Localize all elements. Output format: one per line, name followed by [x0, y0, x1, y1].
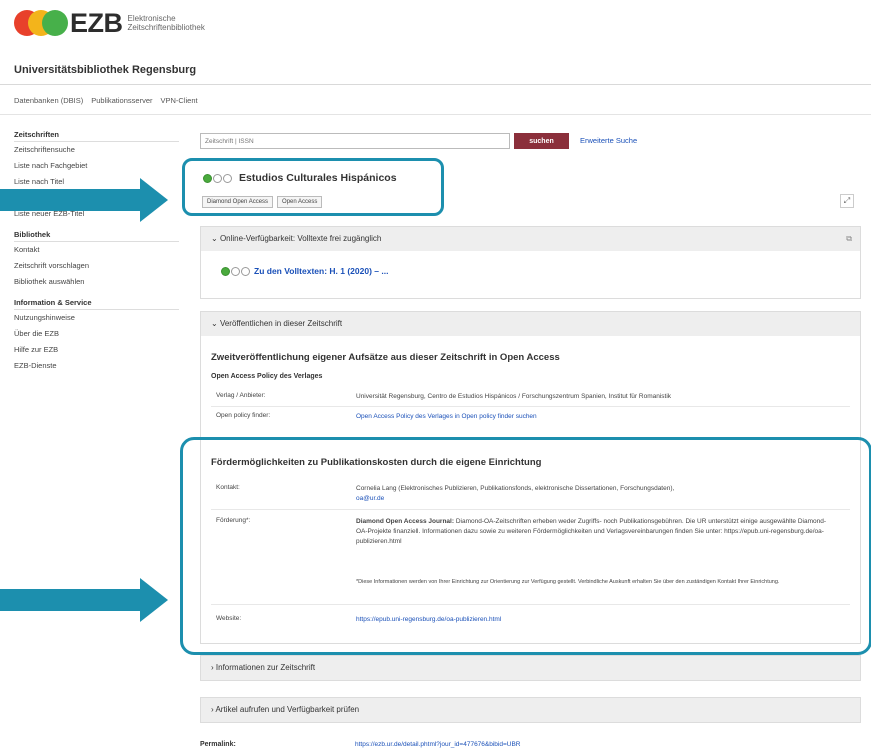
sidebar-item-nutzungshinweise[interactable]: Nutzungshinweise — [14, 310, 179, 326]
contact-value: Cornelia Lang (Elektronisches Publiziere… — [356, 485, 675, 502]
policy-finder-label: Open policy finder: — [216, 412, 271, 419]
contact-label: Kontakt: — [216, 484, 240, 491]
badge-diamond-oa: Diamond Open Access — [202, 196, 274, 208]
info-panel-header[interactable]: › Informationen zur Zeitschrift — [201, 656, 860, 680]
search-button[interactable]: suchen — [514, 133, 569, 149]
logo-subtitle: Elektronische Zeitschriftenbibliothek — [127, 14, 205, 32]
funding-heading: Fördermöglichkeiten zu Publikationskoste… — [211, 457, 542, 468]
policy-heading: Open Access Policy des Verlages — [211, 373, 323, 380]
topnav-dbis[interactable]: Datenbanken (DBIS) — [14, 96, 83, 105]
top-navigation: Datenbanken (DBIS) Publikationsserver VP… — [14, 96, 198, 105]
badge-open-access: Open Access — [277, 196, 323, 208]
search-input[interactable] — [200, 133, 510, 149]
traffic-light-icon — [221, 266, 250, 276]
divider — [0, 114, 871, 115]
chevron-down-icon: ⌄ — [211, 234, 218, 243]
articles-panel[interactable]: › Artikel aufrufen und Verfügbarkeit prü… — [200, 697, 861, 723]
website-label: Website: — [216, 615, 242, 622]
availability-panel: ⌄ Online-Verfügbarkeit: Volltexte frei z… — [200, 226, 861, 299]
articles-panel-header[interactable]: › Artikel aufrufen und Verfügbarkeit prü… — [201, 698, 860, 722]
website-link[interactable]: https://epub.uni-regensburg.de/oa-publiz… — [356, 615, 836, 625]
divider — [0, 84, 871, 85]
sidebar-heading-information: Information & Service — [14, 296, 179, 310]
secondary-publication-heading: Zweitveröffentlichung eigener Aufsätze a… — [211, 352, 560, 363]
divider — [211, 509, 850, 510]
topnav-publikationsserver[interactable]: Publikationsserver — [91, 96, 152, 105]
arrow-right-icon — [0, 178, 170, 222]
permalink-label: Permalink: — [200, 741, 236, 748]
sidebar-item-kontakt[interactable]: Kontakt — [14, 242, 179, 258]
journal-title: Estudios Culturales Hispánicos — [203, 172, 397, 184]
contact-email-link[interactable]: oa@ur.de — [356, 495, 384, 502]
logo-circles-icon — [14, 10, 68, 36]
logo-text: EZB — [70, 7, 123, 38]
access-badges: Diamond Open Access Open Access — [202, 196, 323, 208]
topnav-vpn-client[interactable]: VPN-Client — [160, 96, 197, 105]
publish-panel: ⌄ Veröffentlichen in dieser Zeitschrift … — [200, 311, 861, 644]
external-link-icon[interactable]: ⧉ — [846, 227, 852, 251]
funding-value: Diamond Open Access Journal: Diamond-OA-… — [356, 518, 827, 545]
sidebar-heading-bibliothek: Bibliothek — [14, 228, 179, 242]
funding-footnote: *Diese Informationen werden von Ihrer Ei… — [356, 579, 780, 585]
chevron-down-icon: ⌄ — [211, 319, 218, 328]
fulltext-link[interactable]: Zu den Volltexten: H. 1 (2020) – ... — [221, 266, 388, 276]
sidebar-item-liste-fachgebiet[interactable]: Liste nach Fachgebiet — [14, 158, 179, 174]
funding-label: Förderung*: — [216, 517, 251, 524]
sidebar-item-zeitschriftensuche[interactable]: Zeitschriftensuche — [14, 142, 179, 158]
journal-title-highlight: Estudios Culturales Hispánicos Diamond O… — [182, 158, 444, 216]
publisher-value: Universität Regensburg, Centro de Estudi… — [356, 393, 672, 400]
traffic-light-icon — [203, 173, 232, 183]
policy-finder-link[interactable]: Open Access Policy des Verlages in Open … — [356, 412, 836, 422]
info-panel[interactable]: › Informationen zur Zeitschrift — [200, 655, 861, 681]
arrow-right-icon — [0, 578, 170, 622]
sidebar-item-vorschlagen[interactable]: Zeitschrift vorschlagen — [14, 258, 179, 274]
chevron-right-icon: › — [211, 663, 214, 672]
permalink-link[interactable]: https://ezb.ur.de/detail.phtml?jour_id=4… — [355, 741, 521, 748]
ezb-logo[interactable]: EZB Elektronische Zeitschriftenbibliothe… — [14, 8, 205, 38]
publish-panel-header[interactable]: ⌄ Veröffentlichen in dieser Zeitschrift — [201, 312, 860, 336]
institution-title: Universitätsbibliothek Regensburg — [14, 64, 197, 76]
availability-panel-header[interactable]: ⌄ Online-Verfügbarkeit: Volltexte frei z… — [201, 227, 860, 251]
sidebar: Zeitschriften Zeitschriftensuche Liste n… — [14, 128, 179, 380]
divider — [211, 406, 850, 407]
advanced-search-link[interactable]: Erweiterte Suche — [580, 136, 637, 145]
publisher-label: Verlag / Anbieter: — [216, 392, 266, 399]
divider — [211, 604, 850, 605]
chevron-right-icon: › — [211, 705, 214, 714]
sidebar-item-hilfe[interactable]: Hilfe zur EZB — [14, 342, 179, 358]
sidebar-item-ueber-ezb[interactable]: Über die EZB — [14, 326, 179, 342]
sidebar-heading-zeitschriften: Zeitschriften — [14, 128, 179, 142]
expand-icon[interactable]: ⤢ — [840, 194, 854, 208]
sidebar-item-dienste[interactable]: EZB-Dienste — [14, 358, 179, 374]
sidebar-item-bibliothek-auswaehlen[interactable]: Bibliothek auswählen — [14, 274, 179, 290]
